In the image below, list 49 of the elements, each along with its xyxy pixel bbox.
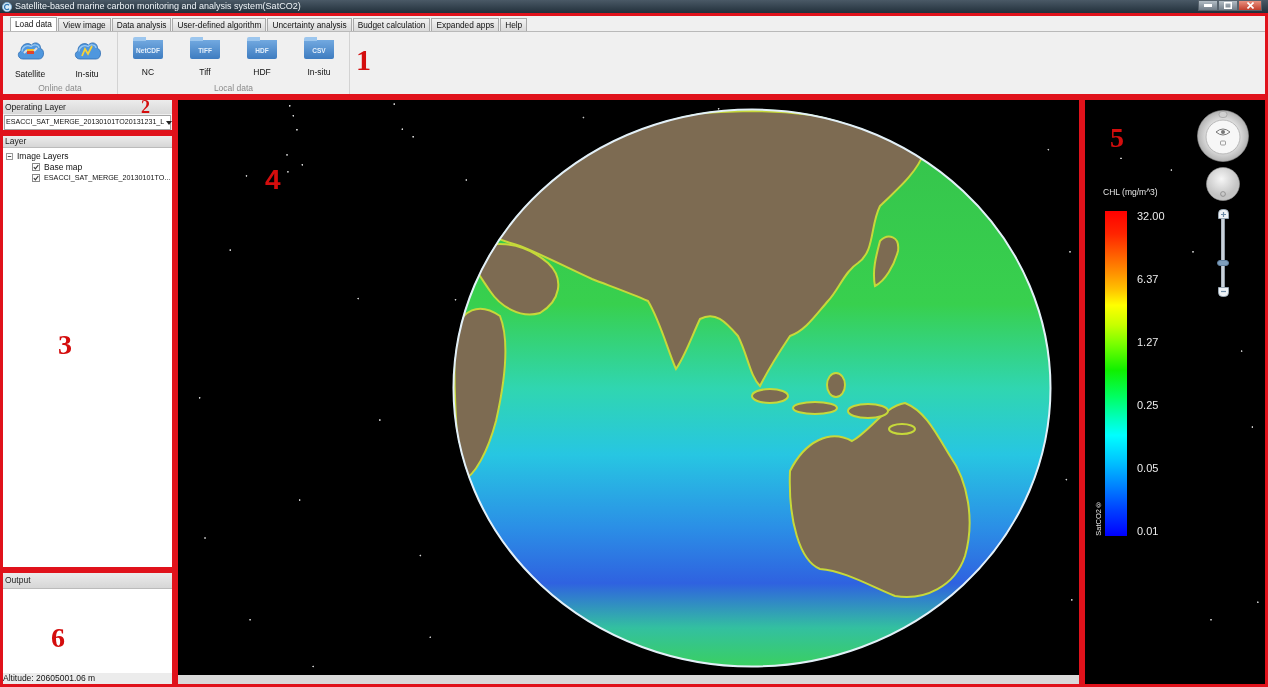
scale-label: 6.37 [1137,274,1160,284]
globe-drawing[interactable] [452,107,1052,668]
knob-icon[interactable] [1206,167,1240,201]
layer-checkbox[interactable] [32,163,40,171]
minimize-button[interactable] [1198,0,1218,11]
panel-title: Operating Layer [4,101,66,113]
ribbon-tab[interactable]: User-defined algorithm [172,18,267,31]
zoom-slider-thumb[interactable] [1217,260,1229,267]
tree-label[interactable]: Base map [44,160,83,174]
ribbon-tab[interactable]: Help [500,18,528,31]
group-label: Local data [212,83,255,94]
region-number: 2 [141,100,150,114]
ribbon-button[interactable]: In-situ [65,37,109,83]
plus-icon[interactable] [1217,209,1229,219]
region-number: 1 [356,45,371,75]
minimize-icon [1204,4,1212,7]
window-title: Satellite-based marine carbon monitoring and analysis system(SatCO2) [15,0,301,13]
close-icon [1246,2,1254,9]
scale-label: 0.05 [1137,463,1160,473]
ribbon-tab[interactable]: Data analysis [111,18,172,31]
app-logo-icon [2,1,12,12]
dropdown-arrow-icon [166,120,173,125]
legend-title: CHL (mg/m^3) [1103,187,1159,197]
ribbon-tab[interactable]: Load data [10,17,57,31]
ribbon-tab[interactable]: Uncertainty analysis [267,18,352,31]
tree-label[interactable]: Image Layers [17,149,69,163]
eye-ring-icon[interactable] [1197,110,1249,162]
maximize-button[interactable] [1218,0,1238,11]
close-button[interactable] [1238,0,1262,11]
panel-title: Layer [3,136,172,148]
region-number: 3 [58,331,72,359]
tree-toggle-icon[interactable] [6,152,13,160]
group-label: Online data [37,83,83,94]
panel-title: Output [3,573,172,589]
region-number: 5 [1110,124,1125,152]
ribbon-tab[interactable]: View image [57,18,111,31]
scale-label: 0.01 [1137,526,1160,536]
ribbon-tab[interactable]: Budget calculation [352,18,431,31]
region-number: 4 [265,166,281,194]
minus-icon[interactable] [1217,287,1229,297]
region-number: 6 [51,624,65,652]
scale-label: 1.27 [1137,337,1160,347]
scale-label: 0.25 [1137,400,1160,410]
layer-checkbox[interactable] [32,174,40,182]
ribbon-tab[interactable]: Expanded apps [431,18,500,31]
altitude-readout: Altitude: 20605001.06 m [3,673,172,684]
scale-label: 32.00 [1137,211,1165,221]
maximize-icon [1224,2,1232,9]
ribbon-button[interactable]: Satellite [8,37,52,83]
